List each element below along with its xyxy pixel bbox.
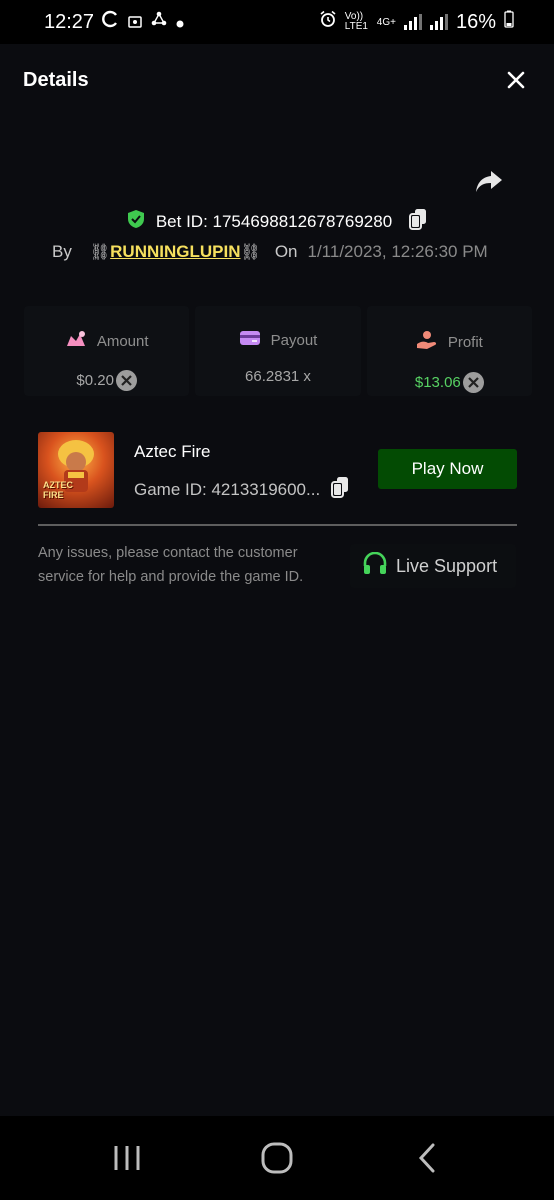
share-button[interactable]: [474, 168, 504, 196]
status-left: 12:27: [44, 10, 184, 34]
support-message: Any issues, please contact the customer …: [38, 545, 304, 585]
page-title: Details: [23, 68, 89, 91]
chain-left-icon: ⛓: [89, 244, 111, 261]
close-icon: [507, 71, 525, 89]
game-row: AZTEC FIRE Aztec Fire Game ID: 421331960…: [38, 432, 517, 508]
signal-icon: [403, 14, 422, 30]
on-label: On: [274, 242, 298, 261]
amount-label: Amount: [96, 332, 149, 350]
game-id: Game ID: 4213319600...: [134, 479, 321, 499]
stat-payout: Payout 66.2831 x: [195, 306, 361, 396]
share-arrow-icon: [476, 171, 502, 192]
username-link[interactable]: RUNNINGLUPIN: [110, 242, 240, 262]
copy-icon: [331, 477, 349, 498]
profit-label: Profit: [447, 333, 483, 351]
notification-dot-icon: [176, 11, 184, 34]
bet-id: Bet ID: 1754698812678769280: [155, 211, 393, 231]
network-label: Vo)) LTE1: [344, 11, 368, 32]
back-button[interactable]: [410, 1141, 444, 1175]
signal-icon-2: [429, 14, 448, 30]
copy-bet-id-button[interactable]: [408, 208, 428, 235]
home-button[interactable]: [260, 1141, 294, 1175]
camera-icon: [128, 11, 142, 34]
home-icon: [261, 1142, 293, 1174]
recent-apps-button[interactable]: [110, 1141, 144, 1175]
payout-label: Payout: [270, 331, 318, 349]
recent-apps-icon: [114, 1146, 140, 1170]
by-label: By: [52, 242, 72, 261]
amount-value: $0.20: [76, 372, 114, 389]
game-thumbnail[interactable]: AZTEC FIRE: [38, 432, 114, 508]
close-button[interactable]: [504, 68, 528, 92]
play-now-button[interactable]: Play Now: [378, 449, 517, 489]
bet-datetime: 1/11/2023, 12:26:30 PM: [307, 242, 488, 261]
payout-value: 66.2831 x: [245, 368, 311, 385]
stat-profit: Profit $13.06: [366, 306, 532, 396]
card-icon: [239, 330, 261, 350]
copy-icon: [409, 209, 427, 230]
profit-hand-icon: [416, 330, 438, 354]
sync-icon: [102, 10, 120, 34]
back-chevron-icon: [418, 1143, 435, 1173]
currency-x-icon: [115, 370, 137, 391]
status-right: Vo)) LTE1 4G+ 16%: [319, 10, 514, 34]
live-support-button[interactable]: Live Support: [350, 544, 516, 588]
alarm-icon: [319, 10, 337, 34]
stat-amount: Amount $0.20: [24, 306, 190, 396]
system-nav-bar: [0, 1116, 554, 1200]
live-support-label: Live Support: [396, 555, 498, 576]
game-thumb-title: AZTEC FIRE: [43, 480, 73, 500]
battery-percent: 16%: [455, 10, 496, 33]
chain-right-icon: ⛓: [240, 244, 261, 261]
profit-value: $13.06: [414, 374, 461, 391]
game-name: Aztec Fire: [134, 442, 211, 461]
bet-meta-row: By ⛓ RUNNINGLUPIN ⛓ On 1/11/2023, 12:26:…: [52, 242, 514, 262]
details-panel: Details Bet ID: 1754698812678769280 By ⛓…: [0, 44, 554, 1116]
bet-id-row: Bet ID: 1754698812678769280: [0, 208, 554, 235]
currency-x-icon: [462, 372, 484, 393]
share-network-icon: [150, 10, 168, 34]
details-header: Details: [0, 44, 554, 116]
verified-shield-icon: [126, 209, 146, 234]
battery-icon: [504, 10, 514, 34]
status-bar: 12:27 Vo)) LTE1 4G+ 16%: [0, 0, 554, 44]
bet-stats: Amount $0.20 Payout 66.2831 x Profit $13…: [24, 306, 532, 396]
divider: [38, 524, 517, 526]
amount-icon: [65, 330, 87, 352]
copy-game-id-button[interactable]: [330, 476, 350, 503]
headset-icon: [362, 551, 388, 581]
network-type: 4G+: [376, 16, 396, 28]
game-id-row: Game ID: 4213319600...: [134, 476, 350, 503]
status-time: 12:27: [44, 10, 95, 33]
